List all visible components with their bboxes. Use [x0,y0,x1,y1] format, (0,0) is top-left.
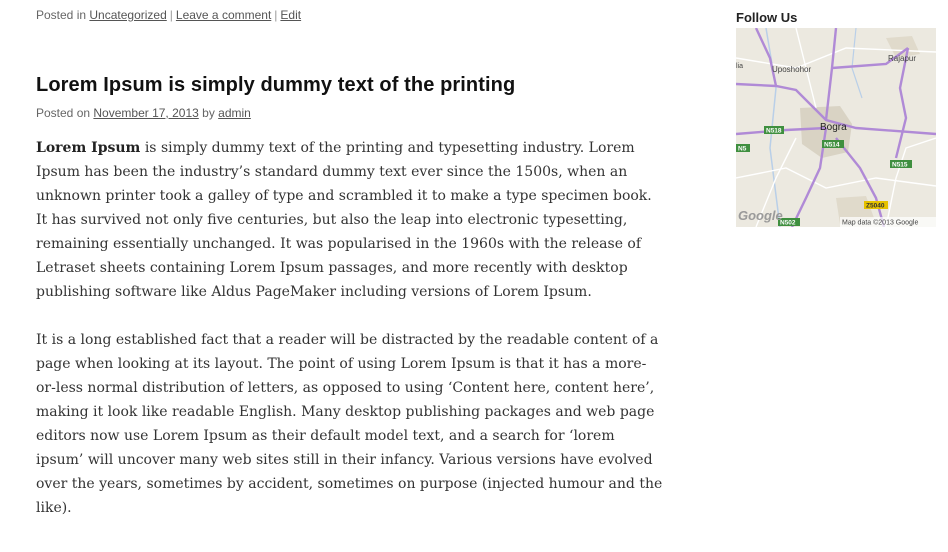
posted-on-text: Posted on [36,106,91,120]
separator: | [169,8,173,22]
post-meta: Posted on November 17, 2013 by admin [36,106,251,120]
badge-label: N515 [892,162,908,169]
place-label: Uposhohor [772,65,811,74]
map-widget[interactable]: N518 N5 N514 N515 N502 Z5040 Bogra Uposh… [736,28,936,227]
posted-in-text: Posted in [36,8,87,22]
previous-post-meta: Posted in Uncategorized | Leave a comment |… [36,8,301,22]
post-content: Lorem Ipsum is simply dummy text of the … [36,136,664,544]
paragraph-1: Lorem Ipsum is simply dummy text of the … [36,136,664,304]
category-link[interactable]: Uncategorized [89,8,166,22]
paragraph-1-text: is simply dummy text of the printing and… [36,140,652,300]
paragraph-lead: Lorem Ipsum [36,140,141,156]
author-link[interactable]: admin [218,106,251,120]
place-label: lia [736,63,743,70]
post-date-link[interactable]: November 17, 2013 [93,106,198,120]
badge-label: Z5040 [866,203,885,210]
place-label: Rajapur [888,54,916,63]
map-canvas[interactable]: N518 N5 N514 N515 N502 Z5040 Bogra Uposh… [736,28,936,227]
by-text: by [202,106,215,120]
badge-label: N5 [738,146,747,153]
post-title[interactable]: Lorem Ipsum is simply dummy text of the … [36,74,515,97]
map-logo[interactable]: Google [738,208,783,223]
badge-label: N518 [766,128,782,135]
paragraph-2: It is a long established fact that a rea… [36,332,663,516]
city-label: Bogra [820,122,847,133]
leave-comment-link[interactable]: Leave a comment [176,8,271,22]
badge-label: N514 [824,142,840,149]
edit-link[interactable]: Edit [280,8,301,22]
separator: | [274,8,278,22]
widget-title: Follow Us [736,10,798,25]
map-attribution[interactable]: Map data ©2013 Google [842,219,918,227]
